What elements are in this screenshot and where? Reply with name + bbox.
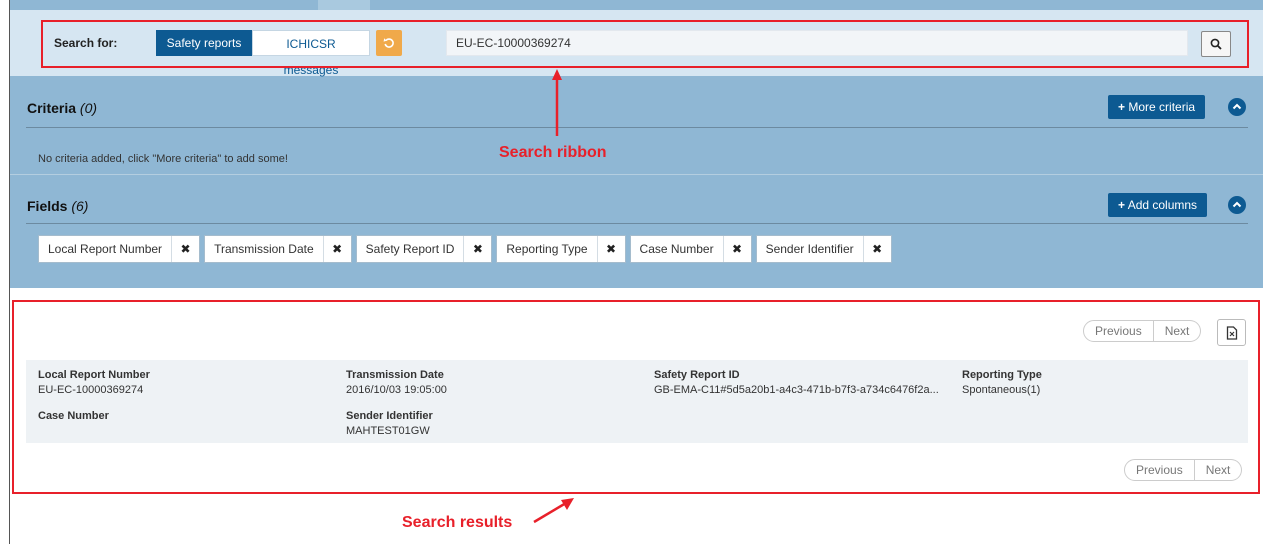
more-criteria-button[interactable]: + More criteria — [1108, 95, 1206, 119]
top-tab[interactable] — [318, 0, 370, 10]
field-chip: Sender Identifier ✖ — [755, 235, 892, 263]
criteria-collapse-button[interactable] — [1228, 98, 1246, 116]
chevron-up-icon — [1232, 103, 1242, 110]
add-columns-button[interactable]: + Add columns — [1108, 193, 1208, 217]
fields-title-text: Fields — [27, 198, 68, 214]
field-chip: Local Report Number ✖ — [38, 235, 201, 263]
field-chip: Case Number ✖ — [629, 235, 752, 263]
search-ribbon-annotation: Search ribbon — [499, 144, 607, 161]
fields-count: (6) — [71, 198, 89, 214]
criteria-title: Criteria (0) — [27, 100, 97, 116]
remove-icon[interactable]: ✖ — [596, 236, 625, 262]
field-chip-label: Safety Report ID — [365, 242, 455, 256]
add-columns-label: Add columns — [1127, 198, 1198, 212]
search-ribbon-highlight — [41, 20, 1249, 68]
field-chip: Safety Report ID ✖ — [355, 235, 493, 263]
field-chip-label: Sender Identifier — [765, 242, 854, 256]
criteria-rule — [26, 127, 1248, 128]
left-border — [9, 0, 10, 544]
field-chip: Transmission Date ✖ — [204, 235, 352, 263]
results-arrowhead — [561, 498, 574, 510]
remove-icon[interactable]: ✖ — [722, 236, 751, 262]
field-chip: Reporting Type ✖ — [496, 235, 626, 263]
more-criteria-label: More criteria — [1128, 100, 1196, 114]
fields-title: Fields (6) — [27, 198, 88, 214]
remove-icon[interactable]: ✖ — [463, 236, 491, 262]
plus-icon: + — [1118, 198, 1126, 212]
criteria-title-text: Criteria — [27, 100, 77, 116]
chevron-up-icon — [1232, 201, 1242, 208]
search-results-annotation: Search results — [402, 514, 513, 531]
field-chips: Local Report Number ✖ Transmission Date ✖ … — [38, 235, 892, 263]
remove-icon[interactable]: ✖ — [862, 236, 891, 262]
results-arrow — [533, 501, 567, 524]
criteria-count: (0) — [79, 100, 98, 116]
field-chip-label: Transmission Date — [214, 242, 314, 256]
criteria-empty-note: No criteria added, click "More criteria"… — [38, 153, 288, 165]
top-strip — [10, 0, 1263, 10]
remove-icon[interactable]: ✖ — [171, 236, 199, 262]
fields-rule — [26, 223, 1248, 224]
remove-icon[interactable]: ✖ — [322, 236, 351, 262]
plus-icon: + — [1118, 100, 1126, 114]
field-chip-label: Case Number — [639, 242, 714, 256]
field-chip-label: Local Report Number — [48, 242, 163, 256]
field-chip-label: Reporting Type — [506, 242, 588, 256]
section-separator — [10, 174, 1263, 175]
search-results-highlight — [12, 300, 1260, 494]
fields-collapse-button[interactable] — [1228, 196, 1246, 214]
